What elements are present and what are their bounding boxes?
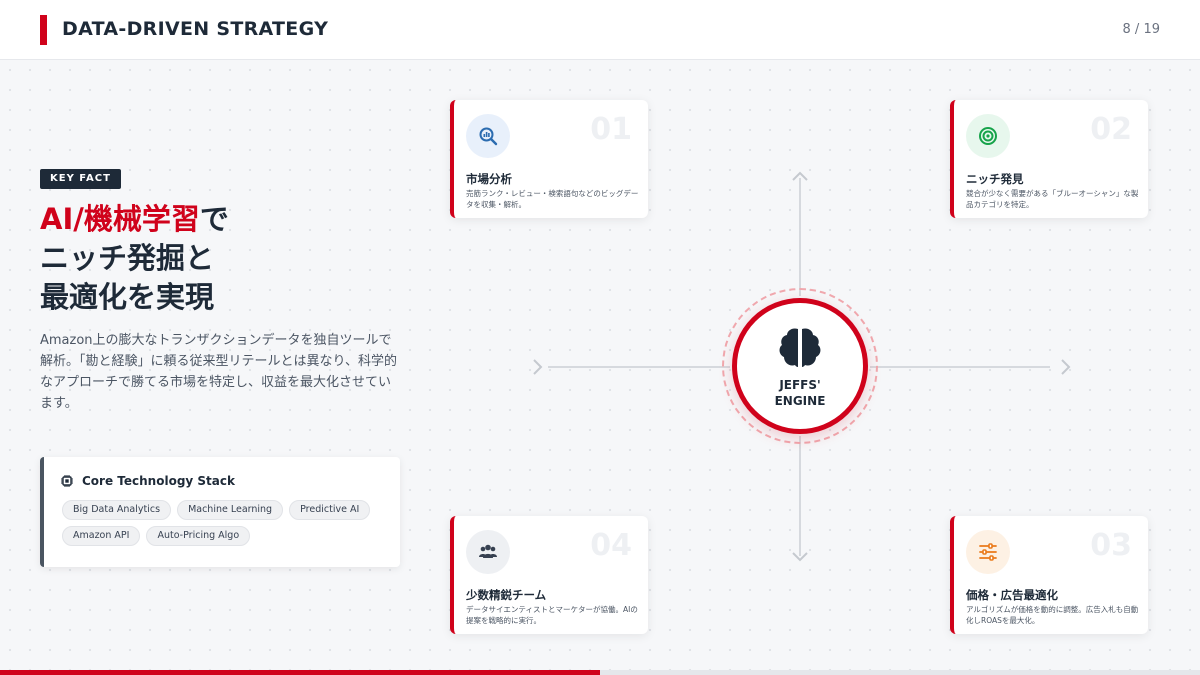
engine-label: JEFFS' ENGINE xyxy=(774,378,826,408)
card-title: 市場分析 xyxy=(466,172,512,186)
arrow-left-icon xyxy=(533,359,543,375)
tech-chip: Amazon API xyxy=(62,526,141,546)
card-description: データサイエンティストとマーケターが協働。AIの提案を戦略的に実行。 xyxy=(466,605,638,625)
brain-icon xyxy=(779,328,821,367)
engine-hub: JEFFS' ENGINE xyxy=(732,298,868,434)
card-number: 01 xyxy=(590,112,632,147)
card-elite-team: 04 少数精鋭チーム データサイエンティストとマーケターが協働。AIの提案を戦略… xyxy=(450,516,648,634)
tech-chip-list: Big Data Analytics Machine Learning Pred… xyxy=(62,500,392,546)
headline-line3: 最適化を実現 xyxy=(40,280,215,314)
tech-stack-title: Core Technology Stack xyxy=(82,474,235,488)
chart-search-icon xyxy=(466,114,510,158)
tech-stack-card: Core Technology Stack Big Data Analytics… xyxy=(40,457,400,567)
target-icon xyxy=(966,114,1010,158)
card-title: ニッチ発見 xyxy=(966,172,1024,186)
slide-progress-bar xyxy=(0,670,1200,675)
card-title: 価格・広告最適化 xyxy=(966,588,1058,602)
card-title: 少数精鋭チーム xyxy=(466,588,547,602)
slide-title: DATA-DRIVEN STRATEGY xyxy=(62,18,329,40)
headline-accent: AI/機械学習 xyxy=(40,202,200,236)
slide-progress-fill xyxy=(0,670,600,675)
headline-line1-rest: で xyxy=(199,202,229,236)
arrow-right-icon xyxy=(1061,359,1071,375)
key-fact-badge: KEY FACT xyxy=(40,169,121,189)
arrow-up-icon xyxy=(792,171,808,181)
slide-header: DATA-DRIVEN STRATEGY 8 / 19 xyxy=(0,0,1200,60)
tech-chip: Machine Learning xyxy=(177,500,284,520)
card-description: 競合が少なく需要がある「ブルーオーシャン」な製品カテゴリを特定。 xyxy=(966,189,1139,209)
card-description: アルゴリズムが価格を動的に調整。広告入札も自動化しROASを最大化。 xyxy=(966,605,1139,625)
card-niche-discovery: 02 ニッチ発見 競合が少なく需要がある「ブルーオーシャン」な製品カテゴリを特定… xyxy=(950,100,1148,218)
card-price-ad-optimization: 03 価格・広告最適化 アルゴリズムが価格を動的に調整。広告入札も自動化しROA… xyxy=(950,516,1148,634)
sliders-icon xyxy=(966,530,1010,574)
page-number: 8 / 19 xyxy=(1122,22,1160,37)
header-accent-bar xyxy=(40,15,47,45)
tech-chip: Auto-Pricing Algo xyxy=(146,526,251,546)
arrow-down-icon xyxy=(792,552,808,562)
chip-icon xyxy=(61,475,73,487)
body-text: Amazon上の膨大なトランザクションデータを独自ツールで解析。「勘と経験」に頼… xyxy=(40,333,397,411)
headline: AI/機械学習で ニッチ発掘と 最適化を実現 xyxy=(40,200,229,317)
headline-line2: ニッチ発掘と xyxy=(40,241,215,275)
card-number: 04 xyxy=(590,528,632,563)
tech-chip: Predictive AI xyxy=(289,500,371,520)
card-number: 03 xyxy=(1090,528,1132,563)
team-icon xyxy=(466,530,510,574)
card-market-analysis: 01 市場分析 売筋ランク・レビュー・検索語句などのビッグデータを収集・解析。 xyxy=(450,100,648,218)
tech-chip: Big Data Analytics xyxy=(62,500,172,520)
card-description: 売筋ランク・レビュー・検索語句などのビッグデータを収集・解析。 xyxy=(466,189,639,209)
card-number: 02 xyxy=(1090,112,1132,147)
